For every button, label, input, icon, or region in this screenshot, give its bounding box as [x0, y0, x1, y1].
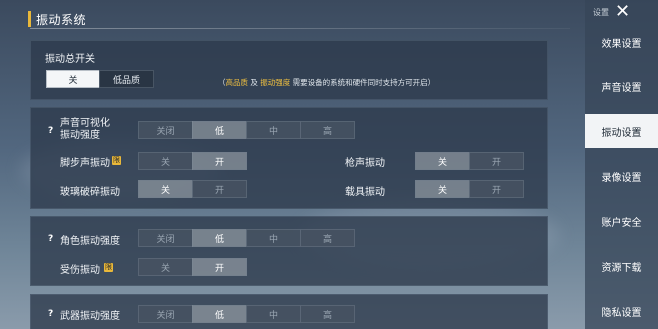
- intensity-option-low[interactable]: 低: [192, 305, 247, 323]
- gunshot-option-on[interactable]: 开: [469, 152, 524, 170]
- intensity-option-high[interactable]: 高: [300, 305, 355, 323]
- intensity-option-mid[interactable]: 中: [246, 121, 301, 139]
- character-vibration-panel: ? 角色振动强度 关闭 低 中 高 受伤振动 限 关 开: [30, 216, 548, 286]
- page-title: 振动系统: [36, 12, 87, 27]
- footstep-vibration-label: 脚步声振动: [60, 158, 110, 169]
- hurt-option-on[interactable]: 开: [192, 258, 247, 276]
- sidebar-item-recording[interactable]: 录像设置: [585, 159, 658, 193]
- section-header: 振动系统: [28, 10, 86, 28]
- gunshot-vibration-toggle: 关 开: [415, 152, 524, 170]
- sidebar-item-effects[interactable]: 效果设置: [585, 25, 658, 59]
- intensity-option-high[interactable]: 高: [300, 121, 355, 139]
- note-highlight-high-quality: 高品质: [225, 78, 249, 87]
- master-option-off[interactable]: 关: [46, 70, 100, 88]
- sidebar-item-sound[interactable]: 声音设置: [585, 69, 658, 103]
- master-option-low-quality[interactable]: 低品质: [99, 70, 154, 88]
- sound-visual-intensity-selector: 关闭 低 中 高: [138, 121, 355, 139]
- weapon-intensity-label: 武器振动强度: [60, 311, 120, 322]
- intensity-option-off[interactable]: 关闭: [138, 305, 193, 323]
- glass-vibration-label: 玻璃破碎振动: [60, 187, 120, 198]
- footstep-vibration-toggle: 关 开: [138, 152, 247, 170]
- header-accent-bar: [28, 11, 31, 27]
- intensity-option-mid[interactable]: 中: [246, 305, 301, 323]
- help-icon[interactable]: ?: [48, 126, 53, 136]
- help-icon[interactable]: ?: [48, 234, 53, 244]
- master-switch-toggle: 关 低品质: [46, 70, 154, 88]
- hurt-vibration-label: 受伤振动: [60, 265, 100, 276]
- help-icon[interactable]: ?: [48, 309, 53, 319]
- sidebar-header: 设置 ✕: [585, 0, 658, 26]
- intensity-option-low[interactable]: 低: [192, 229, 247, 247]
- sidebar-title: 设置: [593, 8, 609, 17]
- sound-visual-intensity-label: 声音可视化 振动强度: [60, 118, 110, 141]
- header-divider: [30, 28, 570, 29]
- gunshot-option-off[interactable]: 关: [415, 152, 470, 170]
- weapon-intensity-selector: 关闭 低 中 高: [138, 305, 355, 323]
- glass-option-on[interactable]: 开: [192, 180, 247, 198]
- intensity-option-off[interactable]: 关闭: [138, 229, 193, 247]
- intensity-option-low[interactable]: 低: [192, 121, 247, 139]
- vehicle-option-off[interactable]: 关: [415, 180, 470, 198]
- glass-vibration-toggle: 关 开: [138, 180, 247, 198]
- master-switch-panel: 振动总开关 关 低品质 （高品质 及 振动强度 需要设备的系统和硬件同时支持方可…: [30, 40, 548, 100]
- sidebar-item-privacy[interactable]: 隐私设置: [585, 294, 658, 328]
- footstep-option-off[interactable]: 关: [138, 152, 193, 170]
- sidebar-item-resource-download[interactable]: 资源下载: [585, 249, 658, 283]
- settings-sidebar: 设置 ✕ 效果设置 声音设置 振动设置 录像设置 账户安全 资源下载 隐私设置: [585, 0, 658, 329]
- vehicle-vibration-toggle: 关 开: [415, 180, 524, 198]
- footstep-option-on[interactable]: 开: [192, 152, 247, 170]
- limited-badge-icon: 限: [104, 263, 113, 272]
- sidebar-item-vibration[interactable]: 振动设置: [585, 114, 658, 148]
- gunshot-vibration-label: 枪声振动: [345, 158, 385, 169]
- limited-badge-icon: 限: [112, 156, 121, 165]
- intensity-option-off[interactable]: 关闭: [138, 121, 193, 139]
- vehicle-option-on[interactable]: 开: [469, 180, 524, 198]
- sidebar-item-account-security[interactable]: 账户安全: [585, 204, 658, 238]
- vehicle-vibration-label: 载具振动: [345, 187, 385, 198]
- master-note: （高品质 及 振动强度 需要设备的系统和硬件同时支持方可开启）: [218, 78, 436, 87]
- close-icon[interactable]: ✕: [615, 2, 630, 22]
- glass-option-off[interactable]: 关: [138, 180, 193, 198]
- intensity-option-high[interactable]: 高: [300, 229, 355, 247]
- hurt-vibration-toggle: 关 开: [138, 258, 247, 276]
- master-switch-label: 振动总开关: [45, 54, 95, 65]
- character-intensity-label: 角色振动强度: [60, 236, 120, 247]
- character-intensity-selector: 关闭 低 中 高: [138, 229, 355, 247]
- intensity-option-mid[interactable]: 中: [246, 229, 301, 247]
- weapon-vibration-panel: ? 武器振动强度 关闭 低 中 高: [30, 294, 548, 329]
- note-highlight-intensity: 振动强度: [260, 78, 291, 87]
- hurt-option-off[interactable]: 关: [138, 258, 193, 276]
- sound-vibration-panel: ? 声音可视化 振动强度 关闭 低 中 高 脚步声振动 限 关 开 枪声振动 关…: [30, 107, 548, 209]
